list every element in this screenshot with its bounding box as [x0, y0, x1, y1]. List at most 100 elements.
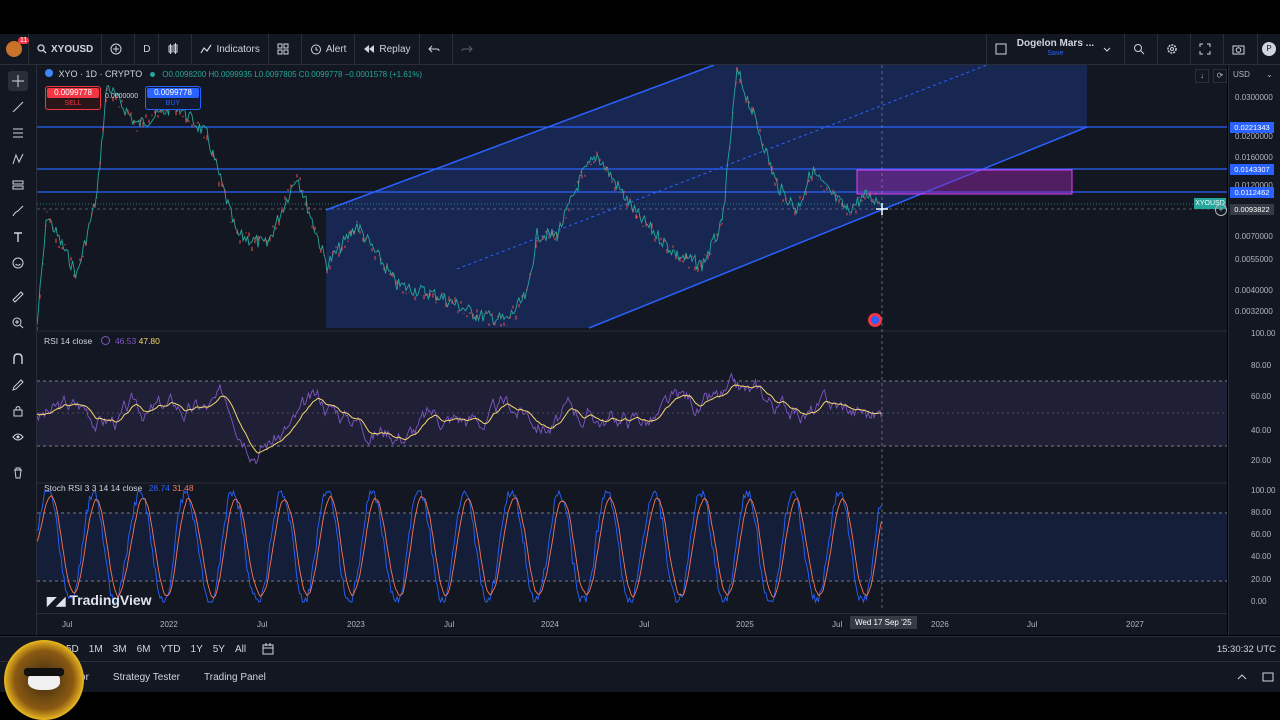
chevron-down-icon: ⌄ [1266, 70, 1273, 79]
price-tag-zone-top[interactable]: 0.0143307 [1230, 164, 1274, 175]
status-dot [149, 72, 155, 77]
stay-drawing-tool[interactable] [8, 375, 28, 395]
range-button-6m[interactable]: 6M [133, 642, 155, 657]
emoji-tool[interactable] [8, 253, 28, 273]
time-axis-label: 2026 [931, 620, 949, 629]
magnet-icon [13, 353, 23, 364]
symbol-legend[interactable]: XYO · 1D · CRYPTO O0.0098200 H0.0099935 … [45, 69, 422, 79]
rsi-title: RSI 14 close [44, 336, 93, 346]
chart-canvas[interactable] [37, 65, 1227, 635]
auto-scale-button[interactable]: ⟳ [1213, 69, 1227, 83]
indicators-button[interactable]: Indicators [192, 34, 269, 64]
tradingview-logo-icon: ◤◢ [47, 594, 66, 608]
interval-button[interactable]: D [135, 34, 160, 64]
text-tool[interactable] [8, 227, 28, 247]
fib-tool[interactable] [8, 123, 28, 143]
time-axis-label: 2023 [347, 620, 365, 629]
pattern-tool[interactable] [8, 149, 28, 169]
scroll-down-button[interactable]: ↓ [1195, 69, 1209, 83]
lock-drawings-tool[interactable] [8, 401, 28, 421]
buy-button[interactable]: 0.0099778 BUY [145, 86, 201, 110]
notification-badge: 11 [18, 37, 30, 44]
quick-search-button[interactable] [1125, 34, 1158, 64]
time-axis-label: Jul [257, 620, 268, 629]
buy-price: 0.0099778 [147, 88, 199, 98]
avatar-button[interactable]: 11 [0, 34, 30, 64]
price-axis-label: 0.0032000 [1235, 307, 1273, 316]
undo-button[interactable] [420, 34, 453, 64]
zoom-tool[interactable] [8, 313, 28, 333]
smiley-icon [12, 257, 24, 269]
calendar-icon[interactable] [262, 643, 274, 655]
tab-trading-panel[interactable]: Trading Panel [204, 672, 266, 683]
range-button-5y[interactable]: 5Y [209, 642, 229, 657]
sell-button[interactable]: 0.0099778 SELL [45, 86, 101, 110]
templates-button[interactable] [269, 34, 302, 64]
add-alert-icon[interactable]: + [1215, 204, 1227, 216]
redo-button[interactable] [453, 34, 485, 64]
chevron-up-icon[interactable] [1236, 671, 1248, 683]
alert-button[interactable]: Alert [302, 34, 356, 64]
currency-select[interactable]: USD ⌄ [1233, 70, 1273, 79]
remove-drawings-tool[interactable] [8, 463, 28, 483]
replay-button[interactable]: Replay [355, 34, 420, 64]
tradingview-watermark: ◤◢ TradingView [47, 592, 152, 608]
bottom-panel-tabs: Pine EditorStrategy TesterTrading Panel [0, 661, 1280, 692]
stoch-band [37, 513, 1227, 581]
settings-button[interactable] [1158, 34, 1191, 64]
price-tag-zone-bottom[interactable]: 0.0112462 [1230, 187, 1274, 198]
alert-label: Alert [325, 43, 347, 55]
brush-tool[interactable] [8, 201, 28, 221]
rectangle-zone[interactable] [856, 169, 1073, 195]
price-axis[interactable]: ↓ ⟳ USD ⌄ 0.0300000 0.0200000 0.0160000 0.0… [1195, 65, 1280, 635]
legend-ohlc: O0.0098200 H0.0099935 L0.0097805 C0.0099… [162, 70, 423, 79]
tab-strategy-tester[interactable]: Strategy Tester [113, 672, 180, 683]
chart-area[interactable]: XYO · 1D · CRYPTO O0.0098200 H0.0099935 … [37, 65, 1227, 635]
range-button-all[interactable]: All [231, 642, 250, 657]
hide-drawings-tool[interactable] [8, 427, 28, 447]
range-button-1m[interactable]: 1M [85, 642, 107, 657]
rsi-legend[interactable]: RSI 14 close 46.53 47.80 [44, 336, 160, 346]
price-axis-label: 0.0160000 [1235, 153, 1273, 162]
chevron-down-icon [1103, 47, 1111, 52]
rsi-value: 46.53 [114, 336, 137, 346]
trend-line-icon [12, 101, 24, 113]
rsi-swatch-icon [100, 336, 110, 345]
trend-line-tool[interactable] [8, 97, 28, 117]
time-axis[interactable]: Jul 2022 Jul 2023 Jul 2024 Jul 2025 Jul 2026 Jul 20… [37, 613, 1227, 636]
chart-type-button[interactable] [159, 34, 193, 64]
stoch-legend[interactable]: Stoch RSI 3 3 14 14 close 28.74 31.48 [44, 483, 194, 493]
snapshot-button[interactable] [1224, 34, 1258, 64]
fullscreen-icon [1199, 43, 1211, 55]
layout-save-label: Save [1047, 50, 1064, 57]
parallel-channel-fill[interactable] [326, 65, 1087, 328]
crosshair-price-tag[interactable]: 0.0093822 [1230, 204, 1274, 215]
range-button-1y[interactable]: 1Y [187, 642, 207, 657]
axis-controls: ↓ ⟳ [1195, 69, 1227, 83]
indicators-icon [200, 44, 212, 54]
maximize-panel-icon[interactable] [1262, 671, 1274, 683]
profile-button[interactable]: P [1258, 34, 1280, 64]
range-button-3m[interactable]: 3M [109, 642, 131, 657]
trash-icon [14, 467, 22, 479]
sell-price: 0.0099778 [47, 88, 99, 98]
price-axis-label: 0.0055000 [1235, 255, 1273, 264]
drawing-toolbar [0, 65, 37, 635]
eye-icon [12, 433, 24, 441]
search-icon [37, 44, 47, 54]
layout-button[interactable]: Dogelon Mars ... Save [985, 34, 1125, 64]
buy-label: BUY [165, 100, 181, 107]
top-toolbar: 11 XYOUSD D Indicators Alert Replay Doge… [0, 34, 1280, 65]
compare-button[interactable] [102, 34, 136, 64]
forecast-tool[interactable] [8, 175, 28, 195]
magnet-tool[interactable] [8, 349, 28, 369]
range-button-ytd[interactable]: YTD [157, 642, 185, 657]
ruler-tool[interactable] [8, 287, 28, 307]
crosshair-tool[interactable] [8, 71, 28, 91]
price-tag-resistance[interactable]: 0.0221343 [1230, 122, 1274, 133]
layout-name: Dogelon Mars ... [1016, 38, 1094, 49]
symbol-search-button[interactable]: XYOUSD [29, 34, 103, 64]
logo-glasses-icon [24, 668, 64, 676]
fullscreen-button[interactable] [1191, 34, 1224, 64]
utc-clock[interactable]: 15:30:32 UTC [1217, 644, 1276, 655]
